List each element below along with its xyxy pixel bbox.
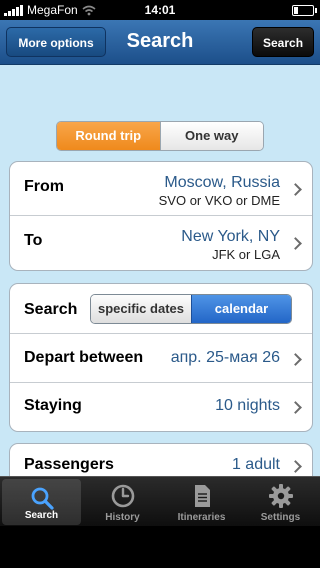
chevron-right-icon: [289, 353, 302, 366]
to-city: New York, NY: [181, 228, 280, 245]
clock-time: 14:01: [144, 3, 176, 17]
tab-bar: Search History Itineraries Settings: [0, 476, 320, 527]
gear-icon: [268, 484, 293, 508]
from-row[interactable]: From Moscow, Russia SVO or VKO or DME: [10, 162, 312, 216]
tab-settings[interactable]: Settings: [241, 477, 320, 527]
depart-between-value: апр. 25-мая 26: [170, 349, 280, 366]
round-trip-option[interactable]: Round trip: [57, 122, 160, 150]
chevron-right-icon: [289, 460, 302, 473]
search-mode-label: Search: [24, 301, 78, 318]
search-icon: [31, 487, 54, 510]
search-mode-row: Search specific dates calendar: [10, 284, 312, 334]
depart-between-label: Depart between: [24, 349, 144, 366]
depart-between-row[interactable]: Depart between апр. 25-мая 26: [10, 334, 312, 383]
to-airports: JFK or LGA: [212, 247, 280, 262]
navigation-bar: More options Search Search: [0, 20, 320, 65]
passengers-label: Passengers: [24, 456, 114, 473]
chevron-right-icon: [289, 183, 302, 196]
tab-history-label: History: [105, 512, 140, 523]
to-label: To: [24, 232, 43, 249]
route-card: From Moscow, Russia SVO or VKO or DME To…: [9, 161, 313, 271]
tab-settings-label: Settings: [260, 512, 301, 523]
chevron-right-icon: [289, 237, 302, 250]
tab-search-label: Search: [24, 510, 59, 521]
battery-icon: [292, 5, 317, 16]
trip-type-selector: Round trip One way: [56, 121, 264, 151]
specific-dates-option[interactable]: specific dates: [91, 295, 191, 323]
document-icon: [194, 485, 210, 507]
passengers-value: 1 adult: [231, 456, 280, 473]
from-label: From: [24, 178, 64, 195]
from-airports: SVO or VKO or DME: [158, 193, 280, 208]
staying-value: 10 nights: [215, 397, 280, 414]
search-mode-selector: specific dates calendar: [90, 294, 292, 324]
status-bar: MegaFon 14:01: [0, 0, 320, 20]
dates-card: Search specific dates calendar Depart be…: [9, 283, 313, 432]
staying-row[interactable]: Staying 10 nights: [10, 383, 312, 431]
staying-label: Staying: [24, 397, 82, 414]
tab-itineraries[interactable]: Itineraries: [162, 477, 241, 527]
bottom-bezel: [0, 526, 320, 568]
one-way-option[interactable]: One way: [159, 122, 263, 150]
chevron-right-icon: [289, 401, 302, 414]
tab-history[interactable]: History: [83, 477, 162, 527]
tab-search[interactable]: Search: [2, 479, 81, 525]
tab-itineraries-label: Itineraries: [177, 512, 226, 523]
more-options-button[interactable]: More options: [6, 27, 106, 57]
search-button[interactable]: Search: [252, 27, 314, 57]
calendar-option[interactable]: calendar: [191, 295, 291, 323]
to-row[interactable]: To New York, NY JFK or LGA: [10, 216, 312, 270]
clock-icon: [111, 484, 134, 508]
from-city: Moscow, Russia: [164, 174, 280, 191]
